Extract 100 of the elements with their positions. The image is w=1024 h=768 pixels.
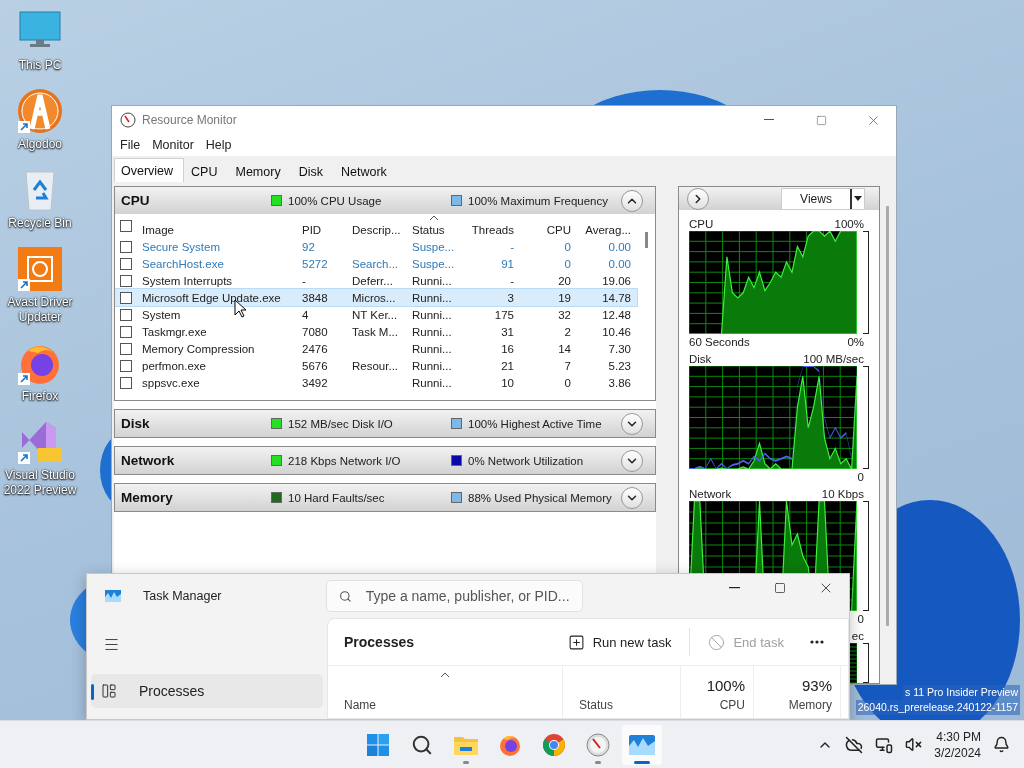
table-cell-text: 0 xyxy=(563,376,572,389)
search-field[interactable]: Type a name, publisher, or PID... xyxy=(326,580,583,612)
table-cell-text: 5272 xyxy=(301,257,329,270)
more-icon xyxy=(810,640,824,644)
app-icon[interactable] xyxy=(16,245,64,293)
table-cell-text: 5.23 xyxy=(607,359,632,372)
menu-item[interactable]: Help xyxy=(201,138,236,152)
section-title: CPU xyxy=(121,193,151,208)
column-header[interactable]: Averag... xyxy=(576,214,636,238)
table-cell-text: 3.86 xyxy=(607,376,632,389)
section-header[interactable]: Memory 10 Hard Faults/sec 88% Used Physical Memory xyxy=(115,484,655,511)
checkbox[interactable] xyxy=(120,291,132,304)
table-cell-text: 175 xyxy=(493,308,515,321)
legend-text: 100% Highest Active Time xyxy=(468,417,602,430)
clock[interactable]: 4:30 PM 3/2/2024 xyxy=(934,728,981,761)
icon-label: Algodoo xyxy=(16,137,63,152)
legend-text: 88% Used Physical Memory xyxy=(468,491,612,504)
dropdown-arrow-icon xyxy=(854,196,862,201)
graph-title: CPU xyxy=(689,217,714,230)
expand-button[interactable] xyxy=(621,412,643,435)
window-title: Resource Monitor xyxy=(142,113,238,127)
column-header[interactable]: Status xyxy=(563,666,681,718)
expand-button[interactable] xyxy=(621,449,643,472)
section-header[interactable]: Network 218 Kbps Network I/O 0% Network Utilization xyxy=(115,447,655,474)
run-task-button[interactable]: Run new task xyxy=(555,626,684,658)
table-cell-text: 21 xyxy=(500,359,515,372)
expand-button[interactable] xyxy=(621,486,643,509)
table-cell-text: 7.30 xyxy=(607,342,632,355)
table-cell-text: Runni... xyxy=(411,376,453,389)
windows-start-icon xyxy=(366,732,390,757)
show-panel-button[interactable] xyxy=(687,187,709,210)
section-header[interactable]: CPU 100% CPU Usage 100% Maximum Frequency xyxy=(115,187,655,214)
tab[interactable]: Overview xyxy=(114,158,185,182)
icon-label: This PC xyxy=(17,58,63,73)
table-cell-text: 19.06 xyxy=(601,274,632,287)
table-cell-text: 0 xyxy=(563,240,572,253)
checkbox[interactable] xyxy=(120,274,132,287)
taskbar-button[interactable] xyxy=(622,724,662,765)
menu-item[interactable]: File xyxy=(116,138,145,152)
checkbox[interactable] xyxy=(120,220,132,232)
table-cell-text: Runni... xyxy=(411,291,453,304)
table-cell-text: Deferr... xyxy=(351,274,394,287)
app-icon[interactable] xyxy=(16,87,64,135)
table-cell-text: Resour... xyxy=(351,359,400,372)
table-cell-text: 14.78 xyxy=(601,291,632,304)
column-header[interactable]: Image xyxy=(137,214,297,238)
table-cell-text: 92 xyxy=(301,240,316,253)
column-header[interactable]: Name xyxy=(328,666,563,718)
app-icon xyxy=(105,590,121,602)
checkbox[interactable] xyxy=(120,257,132,270)
end-task-icon xyxy=(708,633,726,651)
column-header[interactable]: PID xyxy=(297,214,347,238)
table-cell-text: Task M... xyxy=(351,325,399,338)
build-info-text: 26040.rs_prerelease.240122-1157 xyxy=(855,700,1020,715)
legend-text: 10 Hard Faults/sec xyxy=(288,491,385,504)
sort-caret-icon xyxy=(440,672,450,678)
scrollbar-thumb[interactable] xyxy=(885,206,889,626)
mute-icon[interactable] xyxy=(905,736,923,753)
section-header[interactable]: Disk 152 MB/sec Disk I/O 100% Highest Active Time xyxy=(115,410,655,437)
table-cell-text: Runni... xyxy=(411,359,453,372)
column-header[interactable]: 93% Memory xyxy=(754,666,841,718)
checkbox[interactable] xyxy=(120,359,132,372)
column-header[interactable]: Status xyxy=(407,214,459,238)
table-cell-text: 3848 xyxy=(301,291,329,304)
notification-icon[interactable] xyxy=(993,736,1010,753)
checkbox[interactable] xyxy=(120,308,132,321)
cloud-icon[interactable] xyxy=(845,735,864,754)
table-cell-text: Memory Compression xyxy=(141,342,256,355)
table-cell-text: 32 xyxy=(557,308,572,321)
running-indicator xyxy=(634,760,650,764)
table-cell-text: System xyxy=(141,308,182,321)
graph-scale-label: 100% xyxy=(834,217,864,230)
checkbox[interactable] xyxy=(120,325,132,338)
table-cell-text: 14 xyxy=(557,342,572,355)
nav-item[interactable]: Processes xyxy=(91,674,323,708)
section-title: Network xyxy=(121,453,176,468)
legend-text: 218 Kbps Network I/O xyxy=(288,454,401,467)
menu-item[interactable]: Monitor xyxy=(148,138,198,152)
collapse-button[interactable] xyxy=(621,189,643,212)
table-cell-text: 3 xyxy=(506,291,515,304)
network-icon[interactable] xyxy=(875,735,894,754)
views-button[interactable]: Views xyxy=(781,187,865,210)
table-cell-text: Search... xyxy=(351,257,400,270)
checkbox[interactable] xyxy=(120,240,132,253)
column-header[interactable]: CPU xyxy=(519,214,576,238)
column-header[interactable]: Threads xyxy=(459,214,519,238)
checkbox[interactable] xyxy=(120,376,132,389)
table-cell-text: Suspe... xyxy=(411,240,456,253)
scrollbar-thumb[interactable] xyxy=(644,232,648,248)
checkbox[interactable] xyxy=(120,342,132,355)
table-cell-text: - xyxy=(509,274,515,287)
column-header[interactable]: 100% CPU xyxy=(681,666,754,718)
column-header[interactable]: Descrip... xyxy=(347,214,407,238)
minimize-icon xyxy=(728,587,740,589)
table-cell-text: 5676 xyxy=(301,359,329,372)
table-cell-text: Runni... xyxy=(411,325,453,338)
table-cell-text: - xyxy=(301,274,307,287)
graph-scale-label: ec xyxy=(851,629,864,642)
table-cell-text: SearchHost.exe xyxy=(141,257,225,270)
table-cell-text: 3492 xyxy=(301,376,329,389)
